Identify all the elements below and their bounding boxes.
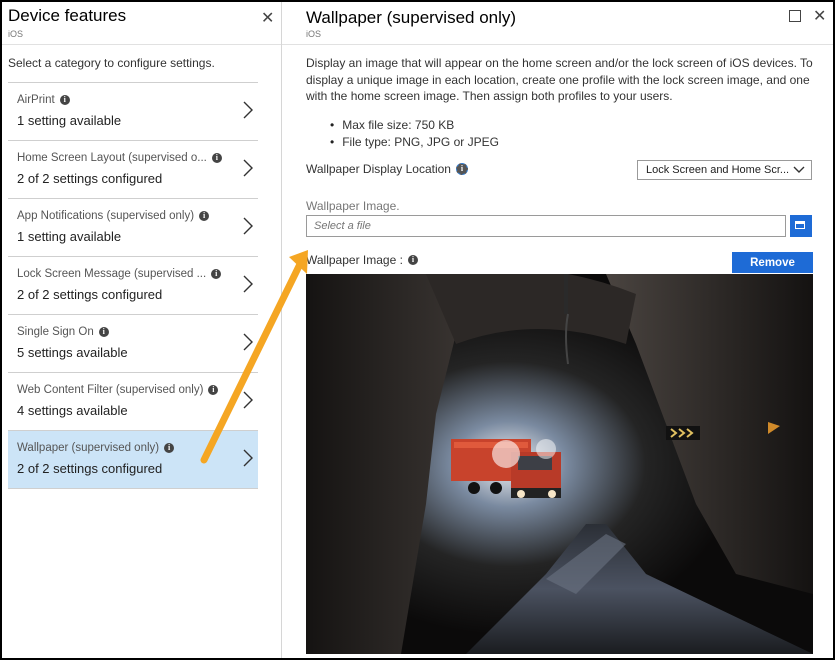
category-list: AirPrint i 1 setting available Home Scree… [8, 82, 258, 489]
info-icon[interactable]: i [59, 95, 70, 105]
device-features-blade: Device features iOS ✕ Select a category … [2, 2, 282, 658]
chevron-right-icon [243, 101, 253, 119]
browse-file-button[interactable] [790, 215, 812, 237]
file-requirements-list: Max file size: 750 KB File type: PNG, JP… [330, 117, 499, 150]
header-divider [2, 44, 281, 45]
category-status: 2 of 2 settings configured [17, 171, 163, 186]
wallpaper-preview-label: Wallpaper Image :i [306, 253, 418, 267]
info-icon[interactable]: i [407, 255, 418, 265]
wallpaper-blade: Wallpaper (supervised only) iOS ✕ Displa… [282, 2, 833, 658]
info-icon[interactable]: i [208, 385, 219, 395]
folder-open-icon [795, 221, 805, 229]
category-item-airprint[interactable]: AirPrint i 1 setting available [8, 82, 258, 141]
category-name: App Notifications (supervised only) i [17, 210, 210, 222]
chevron-right-icon [243, 159, 253, 177]
chevron-right-icon [243, 449, 253, 467]
category-item-lock-screen-message[interactable]: Lock Screen Message (supervised ... i 2 o… [8, 257, 258, 315]
chevron-right-icon [243, 333, 253, 351]
header-divider [282, 44, 833, 45]
blade-title: Device features [8, 6, 127, 25]
category-status: 2 of 2 settings configured [17, 287, 163, 302]
info-icon[interactable]: i [211, 153, 222, 163]
tunnel-truck-image [306, 274, 813, 654]
info-icon[interactable]: i [455, 163, 468, 175]
chevron-right-icon [243, 391, 253, 409]
chevron-right-icon [243, 275, 253, 293]
close-icon[interactable]: ✕ [813, 6, 826, 26]
display-location-label: Wallpaper Display Location i [306, 162, 468, 176]
info-icon[interactable]: i [164, 443, 175, 453]
category-item-single-sign-on[interactable]: Single Sign On i 5 settings available [8, 315, 258, 373]
category-name: Home Screen Layout (supervised o... i [17, 152, 222, 164]
category-name: Lock Screen Message (supervised ... i [17, 268, 222, 280]
category-name: Wallpaper (supervised only) i [17, 442, 175, 454]
wallpaper-image-field-label: Wallpaper Image. [306, 199, 400, 213]
wallpaper-description: Display an image that will appear on the… [306, 56, 813, 103]
category-item-wallpaper[interactable]: Wallpaper (supervised only) i 2 of 2 sett… [8, 431, 258, 489]
category-name: Single Sign On i [17, 326, 109, 338]
category-name: AirPrint i [17, 94, 70, 106]
chevron-down-icon [793, 166, 805, 173]
maximize-icon[interactable] [789, 10, 801, 22]
category-status: 5 settings available [17, 345, 128, 360]
category-item-home-screen-layout[interactable]: Home Screen Layout (supervised o... i 2 o… [8, 141, 258, 199]
select-file-input[interactable] [306, 215, 786, 237]
requirement-max-size: Max file size: 750 KB [330, 117, 499, 134]
requirement-file-type: File type: PNG, JPG or JPEG [330, 134, 499, 151]
wallpaper-preview-image [306, 274, 813, 654]
close-icon[interactable]: ✕ [261, 8, 274, 28]
info-icon[interactable]: i [98, 327, 109, 337]
category-name: Web Content Filter (supervised only) i [17, 384, 219, 396]
blade-subtitle: iOS [306, 29, 322, 39]
app-window: Device features iOS ✕ Select a category … [0, 0, 835, 660]
category-item-app-notifications[interactable]: App Notifications (supervised only) i 1 s… [8, 199, 258, 257]
remove-button[interactable]: Remove [732, 252, 813, 273]
category-status: 4 settings available [17, 403, 128, 418]
category-item-web-content-filter[interactable]: Web Content Filter (supervised only) i 4 … [8, 373, 258, 431]
category-status: 1 setting available [17, 229, 122, 244]
info-icon[interactable]: i [211, 269, 222, 279]
blade-subtitle: iOS [8, 29, 24, 39]
blade-description: Select a category to configure settings. [8, 56, 215, 70]
display-location-dropdown[interactable]: Lock Screen and Home Scr... [637, 160, 812, 180]
chevron-right-icon [243, 217, 253, 235]
category-status: 1 setting available [17, 113, 122, 128]
info-icon[interactable]: i [199, 211, 210, 221]
blade-title: Wallpaper (supervised only) [306, 8, 517, 27]
category-status: 2 of 2 settings configured [17, 461, 163, 476]
dropdown-value: Lock Screen and Home Scr... [646, 164, 790, 176]
